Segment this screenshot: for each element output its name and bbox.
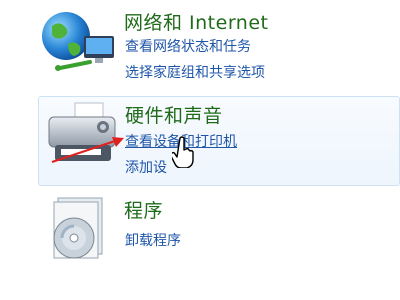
view-network-status-link[interactable]: 查看网络状态和任务 <box>125 36 251 56</box>
category-hardware-sound[interactable]: 硬件和声音 查看设备和打印机 添加设 <box>38 96 400 186</box>
hand-pointer-icon <box>169 136 196 172</box>
network-internet-title[interactable]: 网络和 Internet <box>124 8 268 35</box>
hardware-sound-title[interactable]: 硬件和声音 <box>125 101 223 128</box>
network-globe-icon[interactable] <box>40 10 120 84</box>
programs-disc-icon[interactable] <box>44 196 116 270</box>
printer-icon[interactable] <box>43 101 123 177</box>
programs-title[interactable]: 程序 <box>124 196 163 223</box>
homegroup-sharing-link[interactable]: 选择家庭组和共享选项 <box>125 62 265 82</box>
category-network-internet: 网络和 Internet 查看网络状态和任务 选择家庭组和共享选项 <box>0 0 400 92</box>
uninstall-program-link[interactable]: 卸载程序 <box>125 230 181 250</box>
add-device-link[interactable]: 添加设 <box>125 157 167 177</box>
category-programs: 程序 卸载程序 <box>0 192 400 300</box>
